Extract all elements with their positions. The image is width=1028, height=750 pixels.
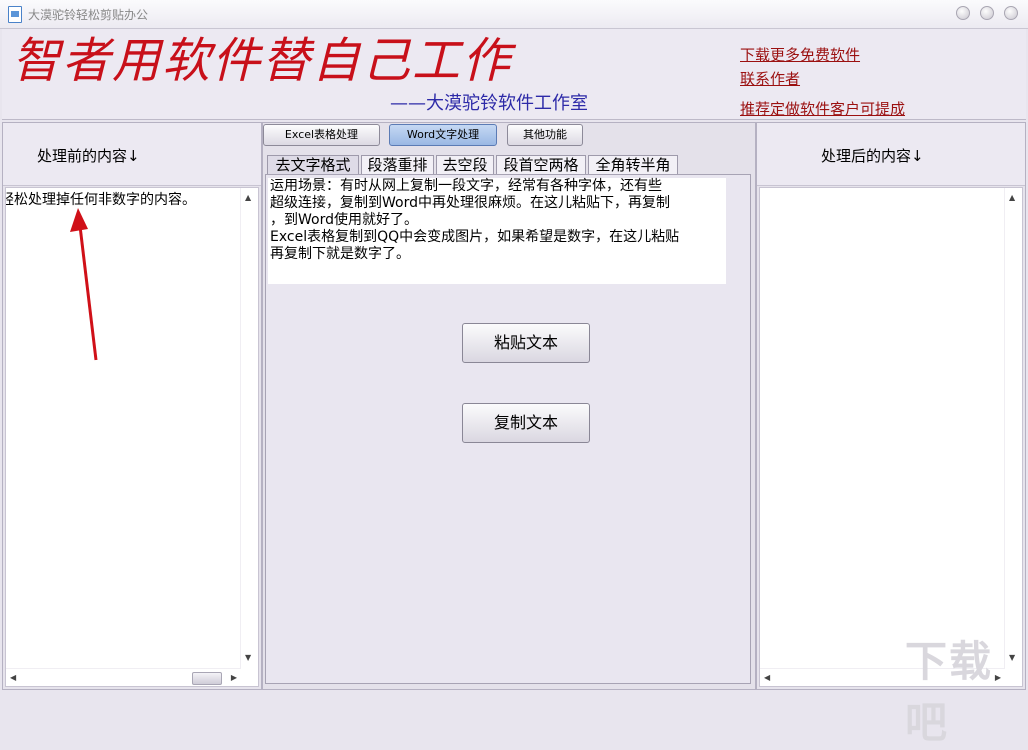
- description-line-4: Excel表格复制到QQ中会变成图片，如果希望是数字，在这儿粘贴: [270, 229, 680, 245]
- right-panel-label: 处理后的内容↓: [821, 147, 924, 165]
- minimize-button[interactable]: [956, 6, 970, 20]
- tab-paragraph-rearrange[interactable]: 段落重排: [361, 155, 434, 175]
- word-processing-button[interactable]: Word文字处理: [389, 124, 497, 146]
- before-textarea[interactable]: 轻松处理掉任何非数字的内容。 ▲ ▼ ◀ ▶: [5, 187, 259, 687]
- excel-processing-button[interactable]: Excel表格处理: [263, 124, 380, 146]
- description-line-2: 超级连接，复制到Word中再处理很麻烦。在这儿粘贴下，再复制: [270, 195, 670, 211]
- contact-author-link[interactable]: 联系作者: [740, 68, 800, 89]
- description-box: 运用场景：有时从网上复制一段文字，经常有各种字体，还有些 超级连接，复制到Wor…: [268, 178, 726, 284]
- close-button[interactable]: [1004, 6, 1018, 20]
- banner: 智者用软件替自己工作 ——大漠驼铃软件工作室 下载更多免费软件 联系作者 推荐定…: [2, 29, 1026, 120]
- left-panel-label: 处理前的内容↓: [37, 147, 140, 165]
- left-horizontal-thumb[interactable]: [192, 672, 222, 685]
- right-panel-header: 处理后的内容↓: [757, 123, 1025, 186]
- description-line-5: 再复制下就是数字了。: [270, 246, 410, 262]
- copy-text-button[interactable]: 复制文本: [462, 403, 590, 443]
- window-title: 大漠驼铃轻松剪贴办公: [28, 8, 149, 22]
- recommend-custom-link[interactable]: 推荐定做软件客户可提成: [740, 98, 905, 119]
- scroll-left-icon[interactable]: ◀: [764, 674, 770, 682]
- red-arrow-icon: [70, 208, 98, 361]
- description-line-1: 运用场景：有时从网上复制一段文字，经常有各种字体，还有些: [270, 178, 662, 194]
- watermark-logo: 下载吧: [905, 637, 994, 747]
- left-vertical-scrollbar[interactable]: ▲ ▼: [240, 188, 258, 686]
- after-textarea[interactable]: ▲ ▼ ◀ ▶: [759, 187, 1023, 687]
- scroll-down-icon[interactable]: ▼: [245, 654, 251, 662]
- left-horizontal-scrollbar[interactable]: ◀ ▶: [6, 668, 241, 686]
- tab-remove-format[interactable]: 去文字格式: [267, 155, 359, 175]
- description-line-3: ，到Word使用就好了。: [270, 212, 418, 228]
- left-panel-header: 处理前的内容↓: [3, 123, 261, 186]
- tab-remove-empty-paragraph[interactable]: 去空段: [436, 155, 494, 175]
- scroll-up-icon[interactable]: ▲: [245, 194, 251, 202]
- scroll-right-icon[interactable]: ▶: [231, 674, 237, 682]
- scroll-left-icon[interactable]: ◀: [10, 674, 16, 682]
- title-bar: 大漠驼铃轻松剪贴办公: [0, 0, 1028, 29]
- tab-fullwidth-to-halfwidth[interactable]: 全角转半角: [588, 155, 678, 175]
- slogan: 智者用软件替自己工作: [12, 33, 513, 89]
- tab-indent-two-spaces[interactable]: 段首空两格: [496, 155, 586, 175]
- maximize-button[interactable]: [980, 6, 994, 20]
- other-functions-button[interactable]: 其他功能: [507, 124, 583, 146]
- paste-text-button[interactable]: 粘贴文本: [462, 323, 590, 363]
- right-panel: 处理后的内容↓ ▲ ▼ ◀ ▶: [756, 122, 1026, 690]
- scroll-up-icon[interactable]: ▲: [1009, 194, 1015, 202]
- left-panel: 处理前的内容↓ 轻松处理掉任何非数字的内容。 ▲ ▼ ◀ ▶: [2, 122, 262, 690]
- right-vertical-scrollbar[interactable]: ▲ ▼: [1004, 188, 1022, 686]
- app-icon: [8, 6, 22, 23]
- download-more-link[interactable]: 下载更多免费软件: [740, 44, 860, 65]
- studio-name: ——大漠驼铃软件工作室: [390, 93, 588, 114]
